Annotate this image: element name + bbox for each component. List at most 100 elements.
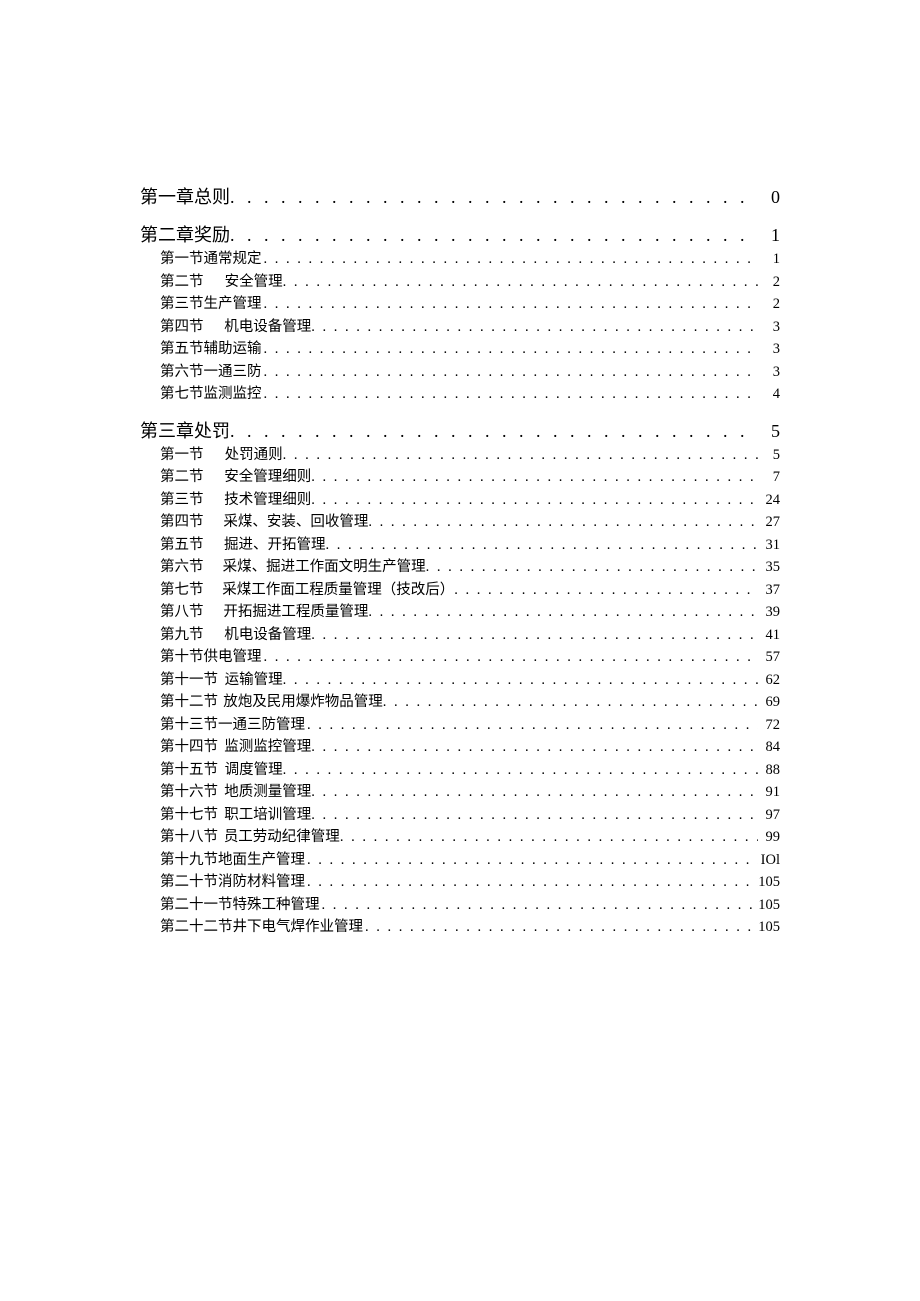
toc-leader-dots	[230, 188, 758, 206]
toc-entry-page: 91	[758, 785, 780, 800]
toc-entry-page: 105	[758, 920, 780, 935]
toc-leader-dots	[311, 493, 758, 508]
toc-entry-page: 37	[758, 583, 780, 598]
toc-entry: 第一节通常规定 1	[140, 252, 780, 267]
toc-entry-title: 安全管理	[225, 275, 283, 290]
toc-entry-label: 第二十节消防材料管理	[160, 875, 305, 890]
toc-leader-dots	[454, 583, 758, 598]
toc-entry-label: 第十二节	[160, 695, 218, 710]
toc-entry-page: 24	[758, 493, 780, 508]
toc-entry-title: 员工劳动纪律管理	[224, 830, 340, 845]
toc-entry-label: 第三节生产管理	[160, 297, 262, 312]
toc-entry-label: 第二十二节井下电气焊作业管理	[160, 920, 363, 935]
toc-entry-page: 62	[758, 673, 780, 688]
toc-leader-dots	[383, 695, 758, 710]
toc-entry-title: 监测监控管理	[224, 740, 311, 755]
toc-entry-label: 第一章总则	[140, 188, 230, 206]
toc-leader-dots	[368, 515, 758, 530]
toc-entry-page: 2	[758, 297, 780, 312]
toc-entry: 第七节监测监控 4	[140, 387, 780, 402]
toc-entry-page: 27	[758, 515, 780, 530]
toc-leader-dots	[311, 628, 758, 643]
toc-entry: 第四节采煤、安装、回收管理 27	[140, 515, 780, 530]
toc-entry-title: 放炮及民用爆炸物品管理	[223, 695, 383, 710]
toc-entry-title: 技术管理细则	[224, 493, 311, 508]
toc-entry: 第二十二节井下电气焊作业管理 105	[140, 920, 780, 935]
toc-leader-dots	[326, 538, 758, 553]
toc-entry: 第四节机电设备管理 3	[140, 320, 780, 335]
toc-entry-label: 第四节	[160, 515, 218, 530]
toc-entry-label: 第二十一节特殊工种管理	[160, 898, 320, 913]
toc-entry-page: 1	[758, 226, 780, 244]
toc-entry-page: 57	[758, 650, 780, 665]
toc-entry-label: 第十节供电管理	[160, 650, 262, 665]
toc-entry-page: IOl	[758, 853, 780, 868]
toc-leader-dots	[307, 853, 758, 868]
toc-leader-dots	[283, 448, 758, 463]
toc-entry-title: 调度管理	[225, 763, 283, 778]
toc-entry-page: 105	[758, 875, 780, 890]
toc-leader-dots	[311, 470, 758, 485]
toc-entry-label: 第七节	[160, 583, 218, 598]
toc-entry-label: 第五节辅助运输	[160, 342, 262, 357]
toc-entry: 第十六节地质测量管理 91	[140, 785, 780, 800]
toc-entry-page: 88	[758, 763, 780, 778]
toc-entry: 第三章处罚 5	[140, 422, 780, 440]
toc-entry-page: 35	[758, 560, 780, 575]
toc-entry: 第二节安全管理 2	[140, 275, 780, 290]
toc-leader-dots	[264, 342, 759, 357]
toc-entry-page: 99	[758, 830, 780, 845]
toc-entry-label: 第三节	[160, 493, 218, 508]
toc-entry-label: 第二章奖励	[140, 226, 230, 244]
toc-entry-title: 采煤、掘进工作面文明生产管理	[223, 560, 426, 575]
toc-entry-page: 3	[758, 342, 780, 357]
toc-leader-dots	[264, 365, 759, 380]
toc-entry-title: 采煤工作面工程质量管理（技改后）	[222, 583, 454, 598]
toc-entry-label: 第十四节	[160, 740, 218, 755]
toc-entry-title: 开拓掘进工程质量管理	[223, 605, 368, 620]
toc-leader-dots	[426, 560, 758, 575]
toc-entry-title: 地质测量管理	[224, 785, 311, 800]
toc-entry-page: 105	[758, 898, 780, 913]
toc-leader-dots	[311, 320, 758, 335]
toc-leader-dots	[322, 898, 759, 913]
toc-entry-page: 39	[758, 605, 780, 620]
toc-entry: 第十七节职工培训管理 97	[140, 808, 780, 823]
toc-entry-label: 第十八节	[160, 830, 218, 845]
toc-entry: 第十九节地面生产管理 IOl	[140, 853, 780, 868]
toc-entry-page: 41	[758, 628, 780, 643]
toc-entry-page: 7	[758, 470, 780, 485]
toc-leader-dots	[264, 252, 759, 267]
toc-entry: 第三节生产管理 2	[140, 297, 780, 312]
toc-entry: 第十二节放炮及民用爆炸物品管理 69	[140, 695, 780, 710]
toc-leader-dots	[340, 830, 758, 845]
toc-entry: 第五节辅助运输 3	[140, 342, 780, 357]
toc-entry: 第二节安全管理细则 7	[140, 470, 780, 485]
toc-leader-dots	[311, 808, 758, 823]
toc-entry-title: 机电设备管理	[224, 628, 311, 643]
toc-entry-label: 第十一节	[160, 673, 218, 688]
toc-entry: 第十节供电管理 57	[140, 650, 780, 665]
toc-entry-label: 第七节监测监控	[160, 387, 262, 402]
toc-leader-dots	[283, 763, 758, 778]
toc-leader-dots	[283, 275, 758, 290]
toc-entry: 第六节采煤、掘进工作面文明生产管理 35	[140, 560, 780, 575]
toc-leader-dots	[365, 920, 758, 935]
toc-entry-page: 97	[758, 808, 780, 823]
toc-entry: 第三节技术管理细则 24	[140, 493, 780, 508]
toc-entry-page: 31	[758, 538, 780, 553]
table-of-contents: 第一章总则 0第二章奖励 1第一节通常规定 1第二节安全管理 2第三节生产管理 …	[140, 188, 780, 935]
toc-leader-dots	[283, 673, 758, 688]
toc-entry-page: 72	[758, 718, 780, 733]
toc-entry: 第二章奖励 1	[140, 226, 780, 244]
toc-entry-label: 第九节	[160, 628, 218, 643]
toc-entry-label: 第二节	[160, 470, 218, 485]
toc-entry-label: 第五节	[160, 538, 218, 553]
toc-entry-page: 1	[758, 252, 780, 267]
toc-entry: 第一章总则 0	[140, 188, 780, 206]
toc-entry-page: 5	[758, 448, 780, 463]
toc-entry-page: 2	[758, 275, 780, 290]
toc-entry-label: 第十五节	[160, 763, 218, 778]
toc-entry-label: 第十七节	[160, 808, 218, 823]
toc-entry: 第二十节消防材料管理 105	[140, 875, 780, 890]
